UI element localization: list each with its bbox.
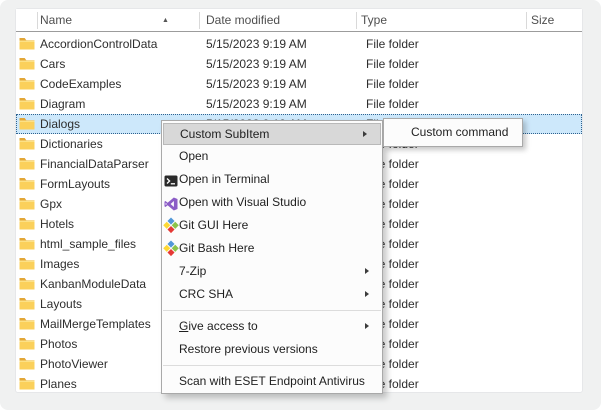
column-header-date-modified[interactable]: Date modified <box>206 9 280 32</box>
menu-separator <box>162 306 382 315</box>
terminal-icon <box>164 173 178 187</box>
menu-separator <box>162 361 382 370</box>
file-name: Cars <box>40 54 65 74</box>
file-name: Gpx <box>40 194 62 214</box>
submenu-arrow-icon <box>365 268 369 274</box>
menu-item-7-zip[interactable]: 7-Zip <box>162 260 382 283</box>
git-icon <box>164 219 178 233</box>
column-divider[interactable] <box>526 12 527 29</box>
table-row[interactable]: Cars 5/15/2023 9:19 AM File folder <box>16 54 582 74</box>
folder-icon <box>19 277 35 290</box>
menu-item-label: Give access to <box>179 319 258 333</box>
file-name: Dictionaries <box>40 134 103 154</box>
file-name: MailMergeTemplates <box>40 314 151 334</box>
sort-ascending-icon: ▲ <box>162 9 169 32</box>
column-header-size[interactable]: Size <box>531 9 554 32</box>
menu-item-custom-subitem[interactable]: Custom SubItem <box>163 123 381 145</box>
menu-item-open-with-visual-studio[interactable]: Open with Visual Studio <box>162 191 382 214</box>
folder-icon <box>19 297 35 310</box>
folder-icon <box>19 217 35 230</box>
folder-icon <box>19 257 35 270</box>
date-modified: 5/15/2023 9:19 AM <box>206 94 307 114</box>
menu-item-label: Restore previous versions <box>179 342 318 356</box>
file-type: File folder <box>366 34 419 54</box>
explorer-screenshot: Name ▲ Date modified Type Size Accordion… <box>0 0 601 410</box>
date-modified: 5/15/2023 9:19 AM <box>206 74 307 94</box>
menu-item-scan-with-eset-endpoint-antivirus[interactable]: Scan with ESET Endpoint Antivirus <box>162 370 382 393</box>
file-name: Hotels <box>40 214 74 234</box>
folder-icon <box>19 37 35 50</box>
menu-item-open-in-terminal[interactable]: Open in Terminal <box>162 168 382 191</box>
file-name: AccordionControlData <box>40 34 157 54</box>
context-submenu: Custom command <box>383 118 523 147</box>
file-name: Planes <box>40 374 77 394</box>
folder-icon <box>19 357 35 370</box>
file-name: PhotoViewer <box>40 354 108 374</box>
menu-item-label: Open <box>179 149 208 163</box>
folder-icon <box>19 177 35 190</box>
menu-item-label: Custom SubItem <box>180 127 269 141</box>
folder-icon <box>19 97 35 110</box>
submenu-arrow-icon <box>365 291 369 297</box>
folder-icon <box>19 57 35 70</box>
folder-icon <box>19 137 35 150</box>
menu-item-custom-command[interactable]: Custom command <box>384 119 522 146</box>
file-name: FormLayouts <box>40 174 110 194</box>
file-name: Images <box>40 254 79 274</box>
folder-icon <box>19 237 35 250</box>
menu-item-label: Git GUI Here <box>179 218 248 232</box>
date-modified: 5/15/2023 9:19 AM <box>206 54 307 74</box>
file-name: FinancialDataParser <box>40 154 149 174</box>
table-row[interactable]: CodeExamples 5/15/2023 9:19 AM File folder <box>16 74 582 94</box>
folder-icon <box>19 317 35 330</box>
file-name: KanbanModuleData <box>40 274 146 294</box>
folder-icon <box>19 337 35 350</box>
folder-icon <box>19 157 35 170</box>
git-icon <box>164 242 178 256</box>
file-name: CodeExamples <box>40 74 121 94</box>
file-name: html_sample_files <box>40 234 136 254</box>
menu-item-label: 7-Zip <box>179 264 206 278</box>
menu-item-label: CRC SHA <box>179 287 233 301</box>
folder-icon <box>19 117 35 130</box>
menu-item-label: Git Bash Here <box>179 241 254 255</box>
file-type: File folder <box>366 54 419 74</box>
table-row[interactable]: Diagram 5/15/2023 9:19 AM File folder <box>16 94 582 114</box>
date-modified: 5/15/2023 9:19 AM <box>206 34 307 54</box>
column-header-name[interactable]: Name <box>40 9 72 32</box>
column-divider[interactable] <box>37 12 38 29</box>
menu-item-label: Scan with ESET Endpoint Antivirus <box>179 374 365 388</box>
menu-item-git-gui-here[interactable]: Git GUI Here <box>162 214 382 237</box>
file-name: Dialogs <box>40 114 80 134</box>
menu-item-label: Open with Visual Studio <box>179 195 306 209</box>
file-name: Diagram <box>40 94 85 114</box>
file-name: Photos <box>40 334 77 354</box>
column-divider[interactable] <box>199 12 200 29</box>
submenu-arrow-icon <box>363 131 367 137</box>
column-header-row: Name ▲ Date modified Type Size <box>16 9 582 32</box>
menu-item-open[interactable]: Open <box>162 145 382 168</box>
menu-item-crc-sha[interactable]: CRC SHA <box>162 283 382 306</box>
folder-icon <box>19 377 35 390</box>
menu-item-restore-previous-versions[interactable]: Restore previous versions <box>162 338 382 361</box>
file-type: File folder <box>366 94 419 114</box>
file-name: Layouts <box>40 294 82 314</box>
menu-item-git-bash-here[interactable]: Git Bash Here <box>162 237 382 260</box>
column-divider[interactable] <box>356 12 357 29</box>
column-header-type[interactable]: Type <box>361 9 387 32</box>
menu-item-give-access-to[interactable]: Give access to <box>162 315 382 338</box>
submenu-arrow-icon <box>365 323 369 329</box>
table-row[interactable]: AccordionControlData 5/15/2023 9:19 AM Fil… <box>16 34 582 54</box>
file-type: File folder <box>366 74 419 94</box>
folder-icon <box>19 77 35 90</box>
context-menu: Custom SubItem Open Open in Terminal Open… <box>161 120 383 394</box>
menu-item-label: Open in Terminal <box>179 172 270 186</box>
folder-icon <box>19 197 35 210</box>
visual-studio-icon <box>164 196 178 210</box>
